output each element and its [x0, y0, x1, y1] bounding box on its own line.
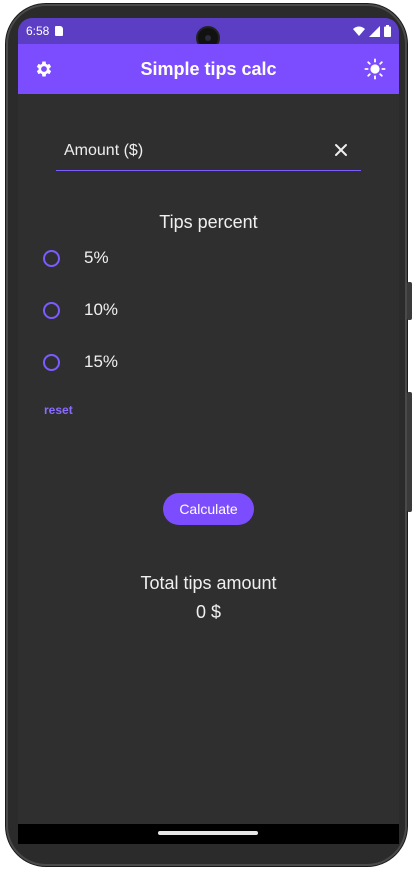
tips-percent-title: Tips percent [159, 212, 258, 232]
tip-option-label: 5% [84, 248, 109, 267]
navigation-bar [18, 824, 399, 844]
settings-button[interactable] [32, 57, 56, 81]
sun-icon [364, 58, 386, 80]
close-icon [335, 144, 347, 156]
app-bar: Simple tips calc [18, 44, 399, 94]
total-tips-title: Total tips amount [140, 573, 277, 593]
volume-rocker [407, 392, 412, 512]
wifi-icon [353, 26, 365, 36]
clear-amount-button[interactable] [333, 142, 349, 158]
app-title: Simple tips calc [140, 58, 277, 79]
tip-option-label: 15% [84, 352, 119, 371]
amount-field-label: Amount ($) [64, 142, 144, 159]
power-button [407, 282, 412, 320]
reset-button[interactable]: reset [44, 403, 73, 417]
radio-button[interactable] [43, 249, 60, 267]
screen: 6:58 Simple tips calc Amount ($) Tips pe… [18, 18, 399, 844]
radio-button[interactable] [43, 353, 60, 371]
amount-field[interactable]: Amount ($) [56, 130, 361, 171]
tip-option-10[interactable]: 10% [38, 295, 238, 325]
gear-icon [36, 61, 52, 77]
tip-option-15[interactable]: 15% [38, 347, 238, 377]
total-tips-value: 0 $ [195, 602, 222, 622]
tip-option-5[interactable]: 5% [38, 243, 238, 273]
tip-option-label: 10% [84, 300, 119, 319]
calculate-button[interactable]: Calculate [163, 493, 254, 525]
battery-icon [384, 25, 391, 37]
status-time: 6:58 [26, 24, 50, 38]
theme-toggle-button[interactable] [363, 57, 387, 81]
radio-button[interactable] [43, 301, 60, 319]
signal-icon [369, 25, 380, 37]
home-gesture-handle[interactable] [158, 831, 258, 835]
sd-card-icon [55, 26, 64, 36]
